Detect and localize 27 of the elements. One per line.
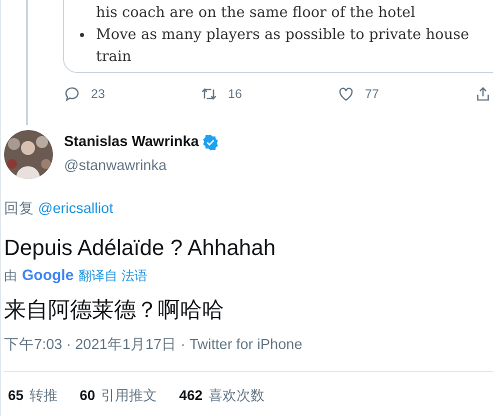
stat-count[interactable]: 65 xyxy=(8,384,24,406)
translation-by: 由 xyxy=(4,267,17,286)
mention-link[interactable]: @ericsalliot xyxy=(38,199,114,221)
stat-label[interactable]: 喜欢次数 xyxy=(208,384,265,406)
tweet-text: Depuis Adélaïde ? Ahhahah xyxy=(4,234,277,262)
stat-label[interactable]: 转推 xyxy=(30,384,58,406)
google-logo[interactable]: Google xyxy=(22,264,74,288)
bullet-text: train xyxy=(96,48,132,67)
stat-count[interactable]: 462 xyxy=(179,384,203,406)
avatar[interactable] xyxy=(4,130,53,179)
action-count: 16 xyxy=(228,86,242,103)
tweet-timestamp[interactable]: 下午7:03 · 2021年1月17日 · Twitter for iPhone xyxy=(4,335,493,357)
author-handle[interactable]: @stanwawrinka xyxy=(64,156,219,178)
translated-text: 来自阿德莱德？啊哈哈 xyxy=(4,296,225,324)
reply-label: 回复 xyxy=(4,200,34,219)
action-count: 23 xyxy=(91,86,105,103)
bullet-icon xyxy=(80,33,84,38)
action-count: 77 xyxy=(365,86,379,103)
speech-bubble-icon[interactable] xyxy=(63,85,81,103)
bullet-text: Move as many players as possible to private house xyxy=(96,26,470,45)
author-name[interactable]: Stanislas Wawrinka xyxy=(64,132,199,154)
translated-from-link[interactable]: 翻译自 法语 xyxy=(78,266,148,286)
bullet-text: his coach are on the same floor of the hotel xyxy=(96,4,416,23)
stat-count[interactable]: 60 xyxy=(80,384,96,406)
stat-label[interactable]: 引用推文 xyxy=(101,384,158,406)
heart-icon[interactable] xyxy=(337,85,355,103)
share-icon[interactable] xyxy=(474,85,492,103)
